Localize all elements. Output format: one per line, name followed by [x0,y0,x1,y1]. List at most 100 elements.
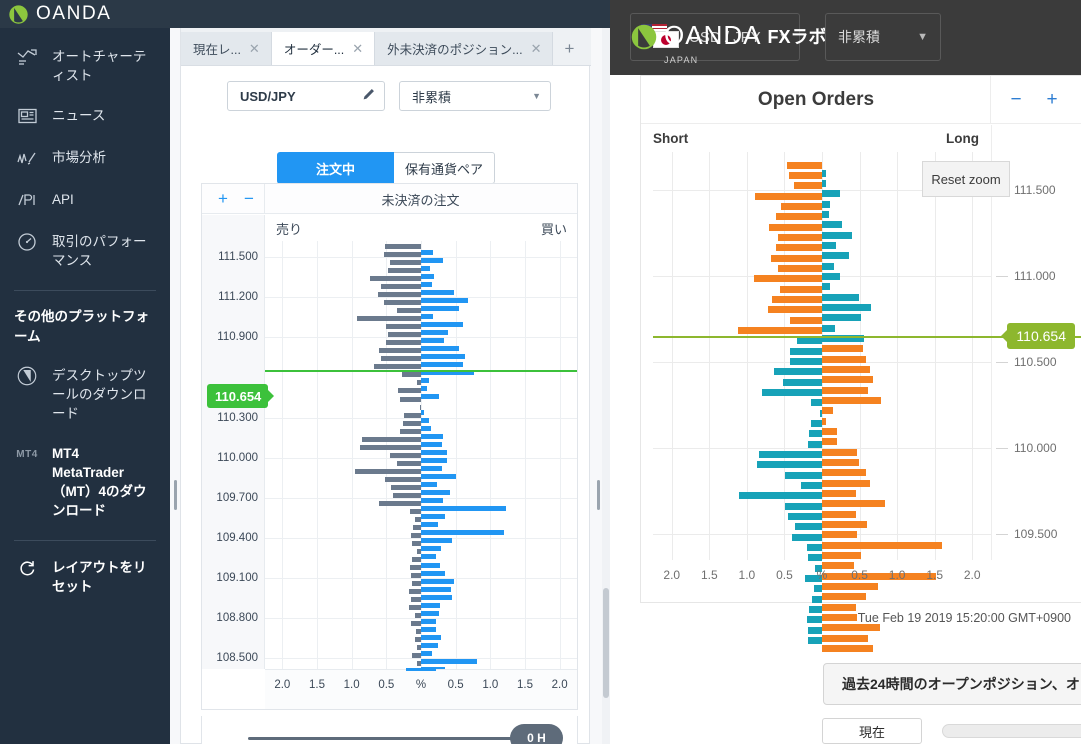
buy-order-bar [421,313,433,319]
fxlab-aggregation-dropdown[interactable]: 非累積 ▼ [825,13,941,61]
sell-order-bar [403,412,421,418]
currency-flags-icon [641,24,683,50]
sidebar-item-market-analysis[interactable]: 市場分析 [0,137,170,179]
zoom-in-button[interactable]: + [1039,88,1065,112]
tab-open-positions[interactable]: 外未決済のポジション... ✕ [375,32,554,65]
buy-order-bar [421,562,440,568]
buy-order-bar [421,634,442,640]
short-order-bar [822,355,866,363]
long-order-bar [809,430,822,438]
y-axis-tick-label: 110.500 [996,355,1057,370]
sell-order-bar [411,557,421,562]
sidebar-item-mt4-download[interactable]: MT4 MT4 MetaTrader（MT）4のダウンロード [0,433,170,530]
sell-order-bar [415,516,421,522]
long-order-bar [785,471,822,479]
short-order-bar [822,448,858,456]
vertical-scrollbar[interactable] [602,28,610,744]
fxlab-side-labels: Short Long [641,125,991,152]
zoom-out-button[interactable]: − [238,188,260,210]
long-order-bar [822,324,835,332]
sidebar-item-news[interactable]: ニュース [0,95,170,137]
sell-order-bar [416,661,421,667]
buy-order-bar [421,594,452,600]
sidebar-divider [14,290,156,291]
zoom-in-button[interactable]: + [212,188,234,210]
close-icon[interactable]: ✕ [247,41,262,56]
panel-resize-handle[interactable] [597,480,600,510]
sidebar-item-api[interactable]: API [0,179,170,221]
short-order-bar [822,489,856,497]
aggregation-select[interactable]: 非累積 ▼ [399,81,551,111]
fxlab-chart-title: Open Orders [757,89,875,110]
short-order-bar [822,603,856,611]
segment-orders[interactable]: 注文中 [277,152,394,184]
long-order-bar [809,605,822,613]
long-order-bar [790,347,822,355]
oanda-logo[interactable]: OANDA [8,1,112,27]
long-order-bar [738,492,822,500]
fxlab-time-slider[interactable] [942,724,1081,738]
sidebar-item-performance[interactable]: 取引のパフォーマンス [0,221,170,280]
long-order-bar [800,481,822,489]
sidebar-item-label: レイアウトをリセット [52,560,147,594]
short-order-bar [755,192,822,200]
short-order-bar [822,427,838,435]
time-slider-track[interactable] [248,737,516,740]
long-order-bar [822,180,827,188]
fxlab-now-button[interactable]: 現在 [822,718,922,744]
fxlab-legend-button[interactable]: 過去24時間のオープンポジション、オ [823,663,1081,705]
long-order-bar [822,231,852,239]
long-order-bar [822,262,834,270]
fxlab-pair-dropdown[interactable]: USD / JPY ▼ [630,13,800,61]
x-axis-center-marker [406,668,436,671]
buy-order-bar [421,490,451,496]
long-order-bar [822,211,830,219]
sell-order-bar [378,292,421,298]
sell-order-bar [399,428,421,434]
sidebar-resize-handle[interactable] [174,480,177,510]
chart-x-axis: 2.0 1.5 1.0 0.5% 0.5 1.0 1.5 2.0 [265,668,577,709]
y-axis-tick-label: 109.400 [216,531,258,544]
sidebar-item-autochartist[interactable]: オートチャーティスト [0,36,170,95]
chart-header: + − 未決済の注文 [202,184,577,214]
pencil-icon[interactable] [362,88,375,104]
zoom-out-button[interactable]: − [1003,88,1029,112]
buy-order-bar [421,353,465,359]
segment-positions[interactable]: 保有通貨ペア [394,152,495,184]
y-axis-tick-label: 109.100 [216,572,258,585]
chart-plot-area[interactable]: 110.654 [207,241,577,672]
short-order-bar [769,223,822,231]
performance-gauge-icon [14,231,40,253]
sell-order-bar [419,404,421,410]
short-order-bar [778,234,822,242]
long-label: Long [946,131,979,146]
time-slider-knob[interactable]: 0 H [510,724,563,744]
buy-order-bar [421,642,439,648]
time-slider-panel: 0 H [201,716,578,744]
buy-order-bar [421,321,463,327]
y-axis-tick-label: 109.500 [995,527,1058,542]
long-order-bar [822,283,831,291]
sidebar-item-reset-layout[interactable]: レイアウトをリセット [0,547,170,606]
buy-order-bar [421,329,449,335]
tab-orders[interactable]: オーダー... ✕ [271,32,376,65]
gridline-vertical [317,241,318,669]
buy-order-bar [421,434,444,440]
add-tab-button[interactable]: + [553,32,585,65]
tab-current-rates[interactable]: 現在レ... ✕ [181,32,272,65]
fxlab-plot-area[interactable] [653,152,991,652]
currency-pair-select[interactable]: USD/JPY [227,81,385,111]
chevron-down-icon: ▼ [917,31,928,43]
sell-order-bar [410,532,421,538]
news-icon [14,105,40,127]
reset-zoom-button[interactable]: Reset zoom [922,161,1010,197]
close-icon[interactable]: ✕ [529,41,544,56]
short-order-bar [822,510,856,518]
sell-order-bar [411,581,421,587]
scrollbar-thumb[interactable] [603,588,609,698]
sidebar-item-desktop-download[interactable]: デスクトップツールのダウンロード [0,355,170,433]
long-order-bar [788,512,822,520]
oanda-wordmark: OANDA [36,3,112,24]
close-icon[interactable]: ✕ [350,41,365,56]
open-orders-chart-card: + − 未決済の注文 売り 買い 111.500 111.200 110.900 11… [201,183,578,710]
